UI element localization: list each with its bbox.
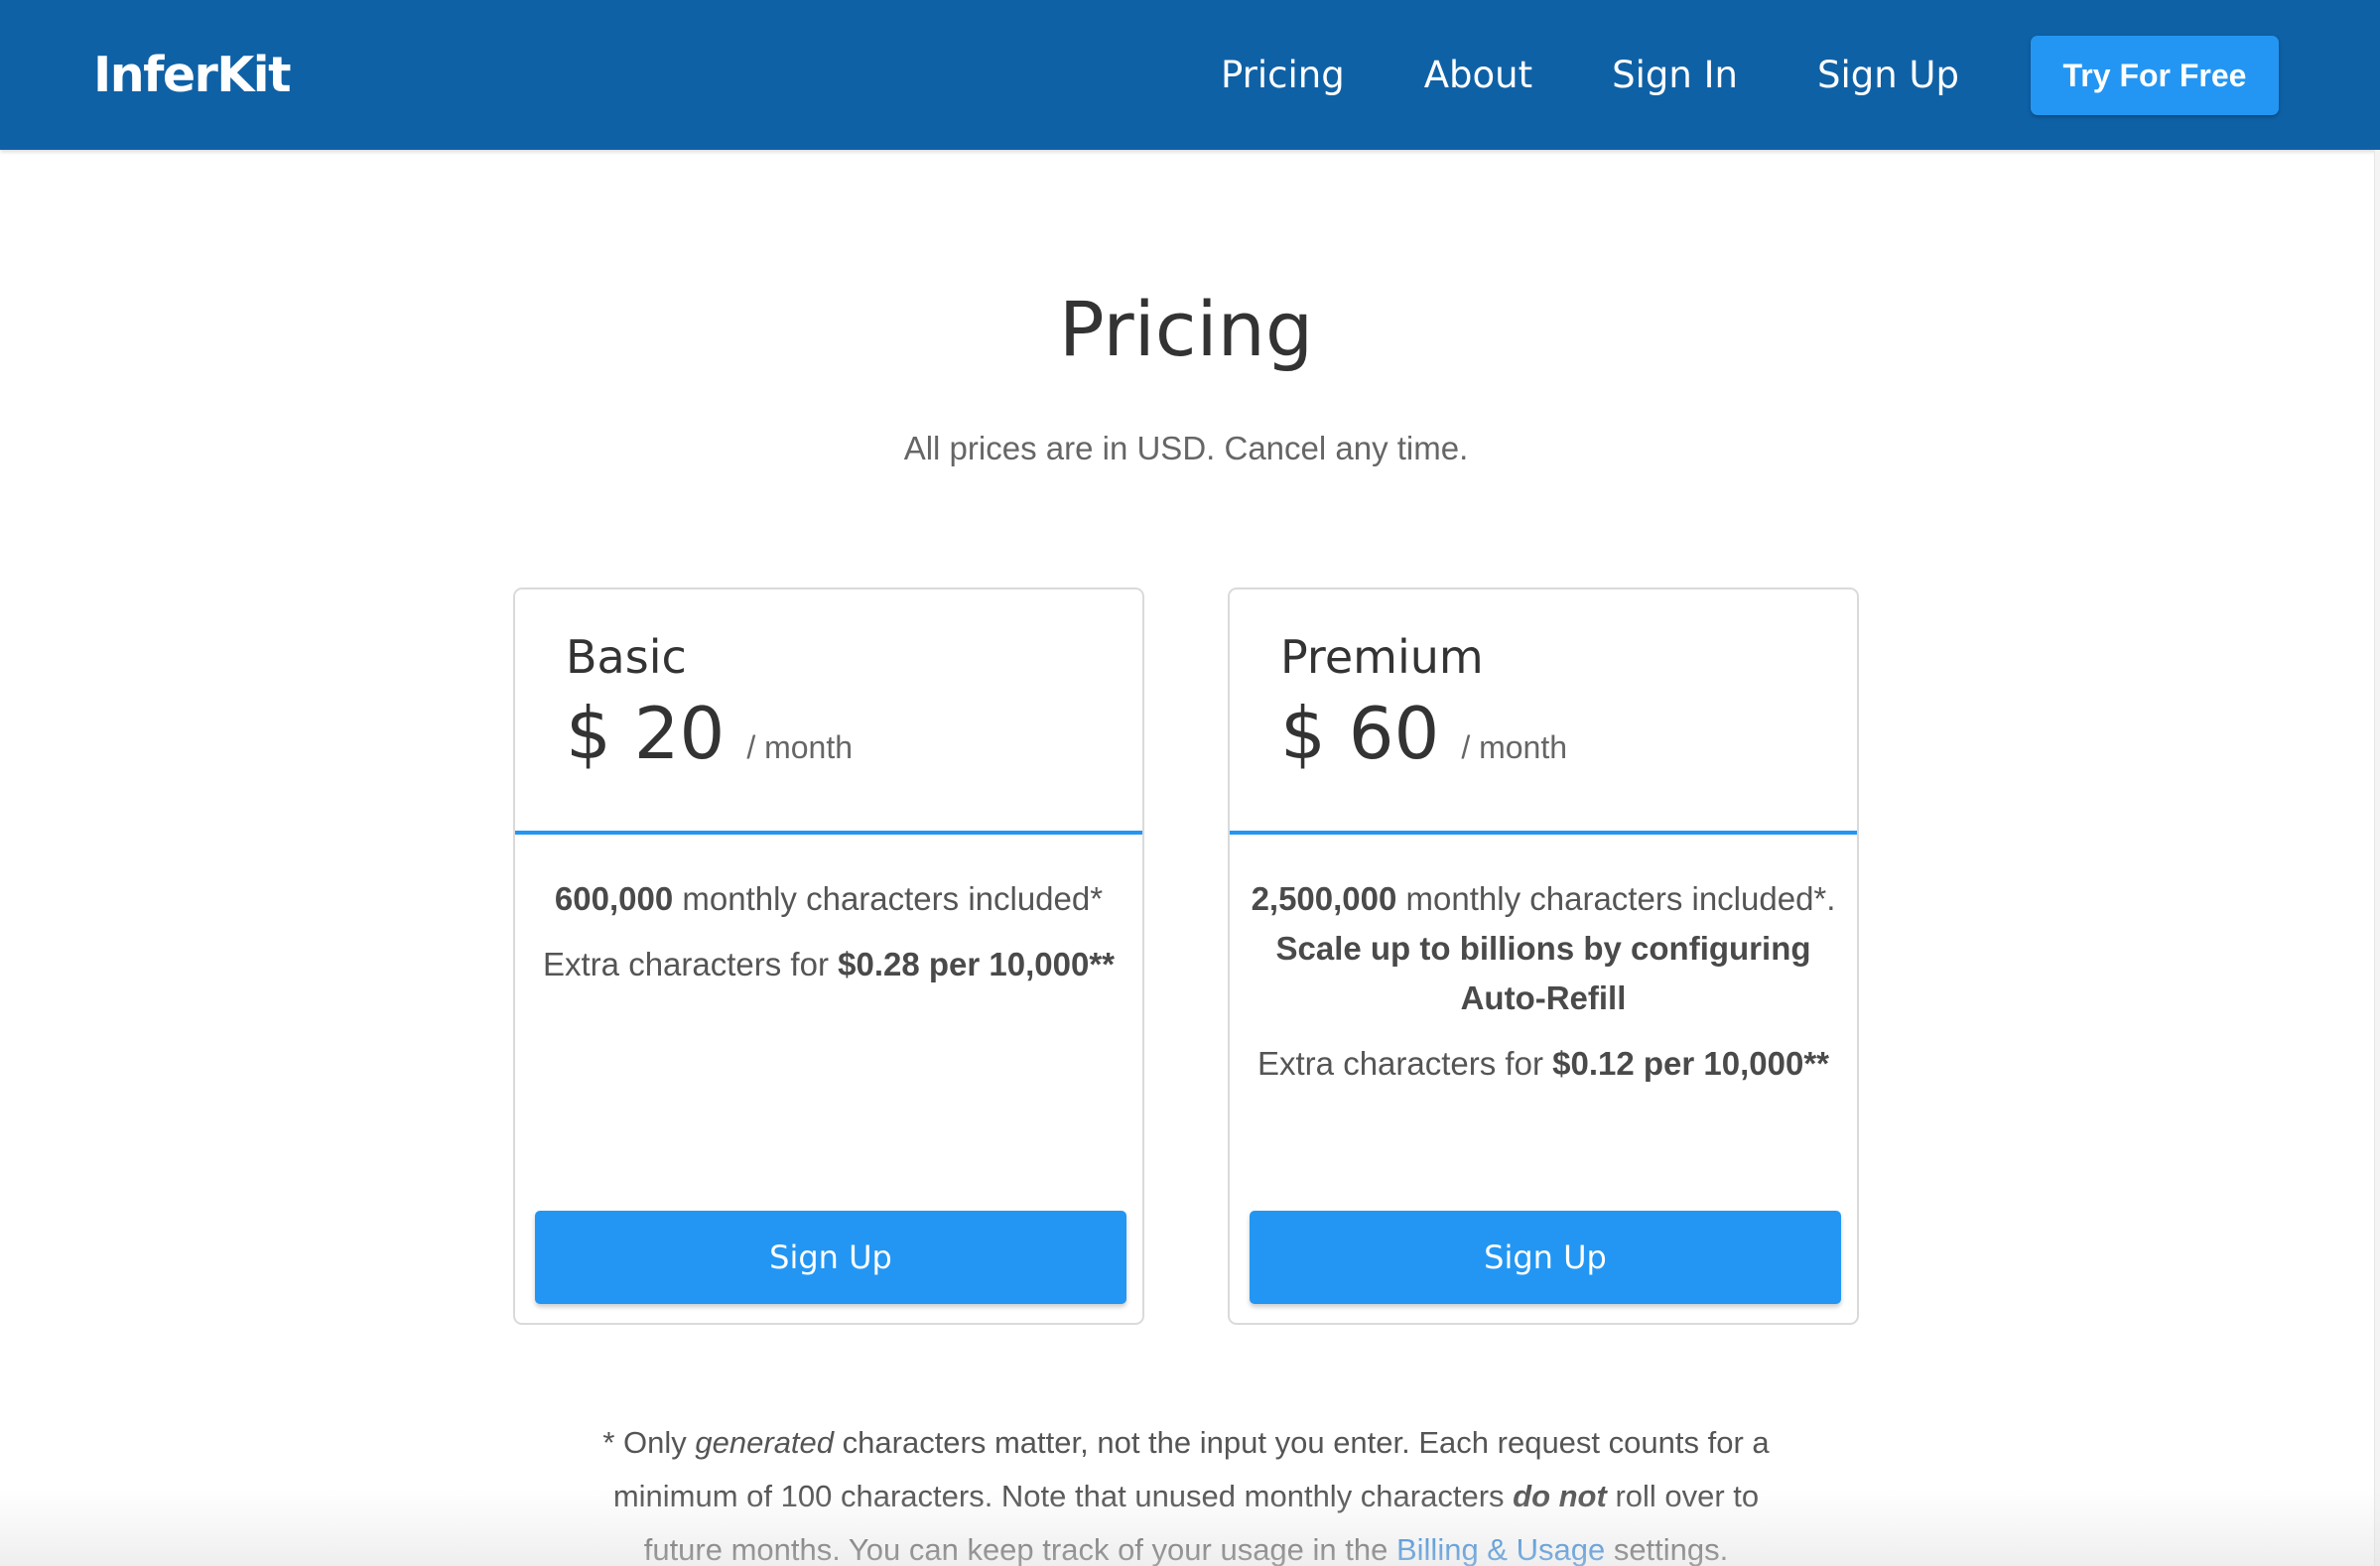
plan-card-header: Premium $ 60 / month xyxy=(1230,589,1857,835)
included-characters-text: monthly characters included*. xyxy=(1396,880,1836,917)
plan-card-body: 600,000 monthly characters included* Ext… xyxy=(535,874,1123,1005)
nav-link-about[interactable]: About xyxy=(1424,44,1532,107)
footnote-text: settings. xyxy=(1605,1532,1729,1566)
included-characters-amount: 2,500,000 xyxy=(1251,880,1397,917)
footnote-text: * Only xyxy=(602,1425,696,1460)
plan-card-header: Basic $ 20 / month xyxy=(515,589,1142,835)
included-characters: 600,000 monthly characters included* xyxy=(535,874,1123,924)
nav-link-sign-in[interactable]: Sign In xyxy=(1612,44,1738,107)
included-characters-amount: 600,000 xyxy=(554,880,674,917)
extra-characters-text: Extra characters for xyxy=(1257,1045,1553,1082)
nav-link-sign-up[interactable]: Sign Up xyxy=(1817,44,1959,107)
extra-characters: Extra characters for $0.28 per 10,000** xyxy=(535,940,1123,989)
try-for-free-button[interactable]: Try For Free xyxy=(2031,36,2279,115)
plan-name: Premium xyxy=(1280,630,1484,684)
pricing-page: InferKit Pricing About Sign In Sign Up T… xyxy=(0,0,2380,1566)
included-characters: 2,500,000 monthly characters included*. … xyxy=(1250,874,1837,1023)
footnote-emphasis-do-not: do not xyxy=(1513,1479,1607,1513)
nav-links: Pricing About Sign In Sign Up xyxy=(1221,44,2039,107)
footnote-emphasis-generated: generated xyxy=(695,1425,835,1460)
plan-price: $ 20 xyxy=(566,692,726,775)
plan-card-basic: Basic $ 20 / month 600,000 monthly chara… xyxy=(513,587,1144,1325)
sign-up-button-premium[interactable]: Sign Up xyxy=(1250,1211,1841,1304)
pricing-footnote: * Only generated characters matter, not … xyxy=(586,1416,1786,1566)
brand-logo[interactable]: InferKit xyxy=(93,44,292,107)
top-navbar: InferKit Pricing About Sign In Sign Up T… xyxy=(0,0,2380,150)
price-period: / month xyxy=(746,729,854,765)
plan-card-premium: Premium $ 60 / month 2,500,000 monthly c… xyxy=(1228,587,1859,1325)
price-row: $ 20 / month xyxy=(566,689,853,778)
extra-characters-price: $0.12 per 10,000** xyxy=(1552,1045,1829,1082)
nav-link-pricing[interactable]: Pricing xyxy=(1221,44,1345,107)
extra-characters-price: $0.28 per 10,000** xyxy=(838,946,1115,982)
extra-characters: Extra characters for $0.12 per 10,000** xyxy=(1250,1039,1837,1089)
included-characters-text: monthly characters included* xyxy=(673,880,1104,917)
scale-note: Scale up to billions by configuring Auto… xyxy=(1275,930,1811,1016)
plan-name: Basic xyxy=(566,630,687,684)
sign-up-button-basic[interactable]: Sign Up xyxy=(535,1211,1126,1304)
page-subtitle: All prices are in USD. Cancel any time. xyxy=(903,430,1469,466)
extra-characters-text: Extra characters for xyxy=(543,946,839,982)
plan-price: $ 60 xyxy=(1280,692,1440,775)
billing-usage-link[interactable]: Billing & Usage xyxy=(1396,1532,1605,1566)
price-row: $ 60 / month xyxy=(1280,689,1567,778)
price-period: / month xyxy=(1461,729,1568,765)
window-edge xyxy=(2374,150,2380,1566)
page-title: Pricing xyxy=(1058,285,1314,373)
plan-card-body: 2,500,000 monthly characters included*. … xyxy=(1250,874,1837,1105)
